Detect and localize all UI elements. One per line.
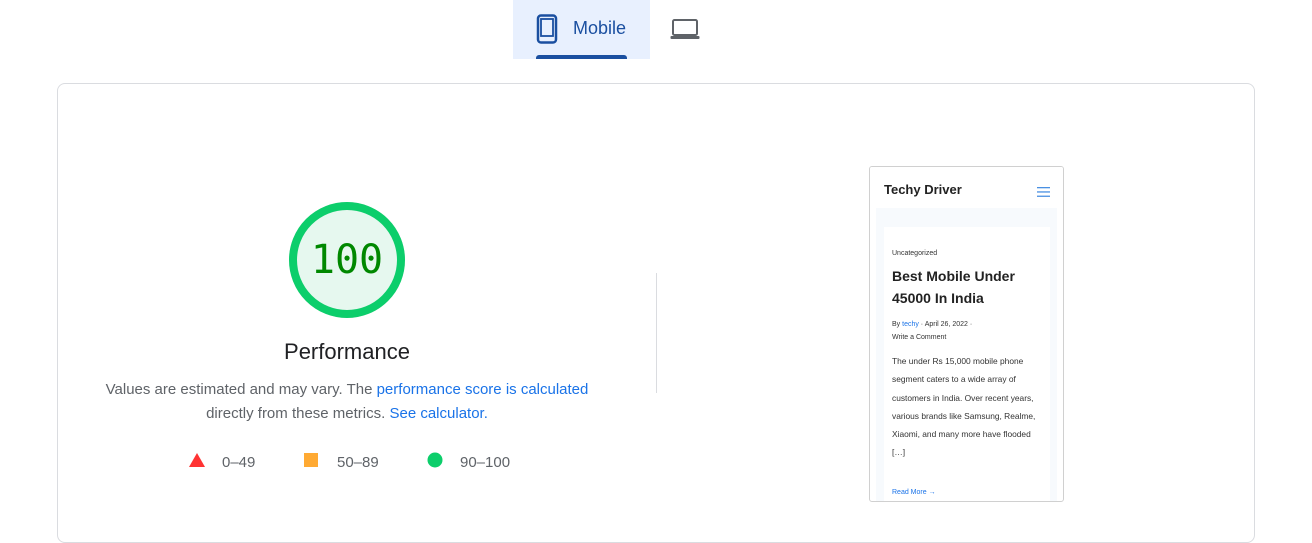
meta-comment: Write a Comment xyxy=(892,334,947,341)
smartphone-icon xyxy=(536,14,558,44)
meta-by: By xyxy=(892,321,903,328)
meta-date: April 26, 2022 xyxy=(924,321,968,328)
performance-score-link[interactable]: performance score is calculated xyxy=(377,381,589,398)
preview-post-category: Uncategorized xyxy=(892,250,938,257)
legend-fail-label: 0–49 xyxy=(222,453,256,471)
preview-post-title: Best Mobile Under 45000 In India xyxy=(892,268,1015,306)
see-calculator-link[interactable]: See calculator. xyxy=(389,405,487,422)
device-tabs: Mobile xyxy=(513,0,802,59)
preview-post-card: Uncategorized Best Mobile Under 45000 In… xyxy=(884,227,1050,501)
legend-average: 50–89 xyxy=(303,452,379,472)
meta-sep-2: · xyxy=(967,321,973,328)
legend-average-label: 50–89 xyxy=(337,453,379,471)
hamburger-menu-icon xyxy=(1037,184,1050,202)
vertical-divider xyxy=(656,273,657,393)
description-text-1: Values are estimated and may vary. The xyxy=(105,381,377,398)
meta-author: techy xyxy=(902,321,919,328)
circle-icon xyxy=(427,452,443,472)
active-tab-indicator xyxy=(536,55,627,59)
preview-post-meta: By techy · April 26, 2022 · Write a Comm… xyxy=(892,318,1047,344)
triangle-icon xyxy=(188,452,206,472)
page-screenshot-preview[interactable]: Techy Driver Uncategorized Best Mobile U… xyxy=(869,166,1064,502)
performance-score: 100 xyxy=(310,237,384,283)
preview-body: Uncategorized Best Mobile Under 45000 In… xyxy=(876,208,1057,501)
preview-read-more: Read More → xyxy=(892,489,936,496)
square-icon xyxy=(303,452,319,472)
performance-title: Performance xyxy=(284,339,410,364)
preview-site-title: Techy Driver xyxy=(884,182,962,197)
legend-pass-label: 90–100 xyxy=(460,453,511,471)
tab-mobile-label: Mobile xyxy=(573,18,627,38)
tab-mobile[interactable]: Mobile xyxy=(513,0,650,59)
preview-post-excerpt: The under Rs 15,000 mobile phone segment… xyxy=(892,356,1036,458)
score-legend: 0–49 50–89 90–100 xyxy=(0,452,1312,474)
legend-fail: 0–49 xyxy=(188,452,255,472)
laptop-icon xyxy=(670,18,700,45)
description-text-2: directly from these metrics. xyxy=(206,405,390,422)
preview-header: Techy Driver xyxy=(870,167,1063,207)
performance-description: Values are estimated and may vary. The p… xyxy=(100,378,594,426)
legend-pass: 90–100 xyxy=(427,452,510,472)
